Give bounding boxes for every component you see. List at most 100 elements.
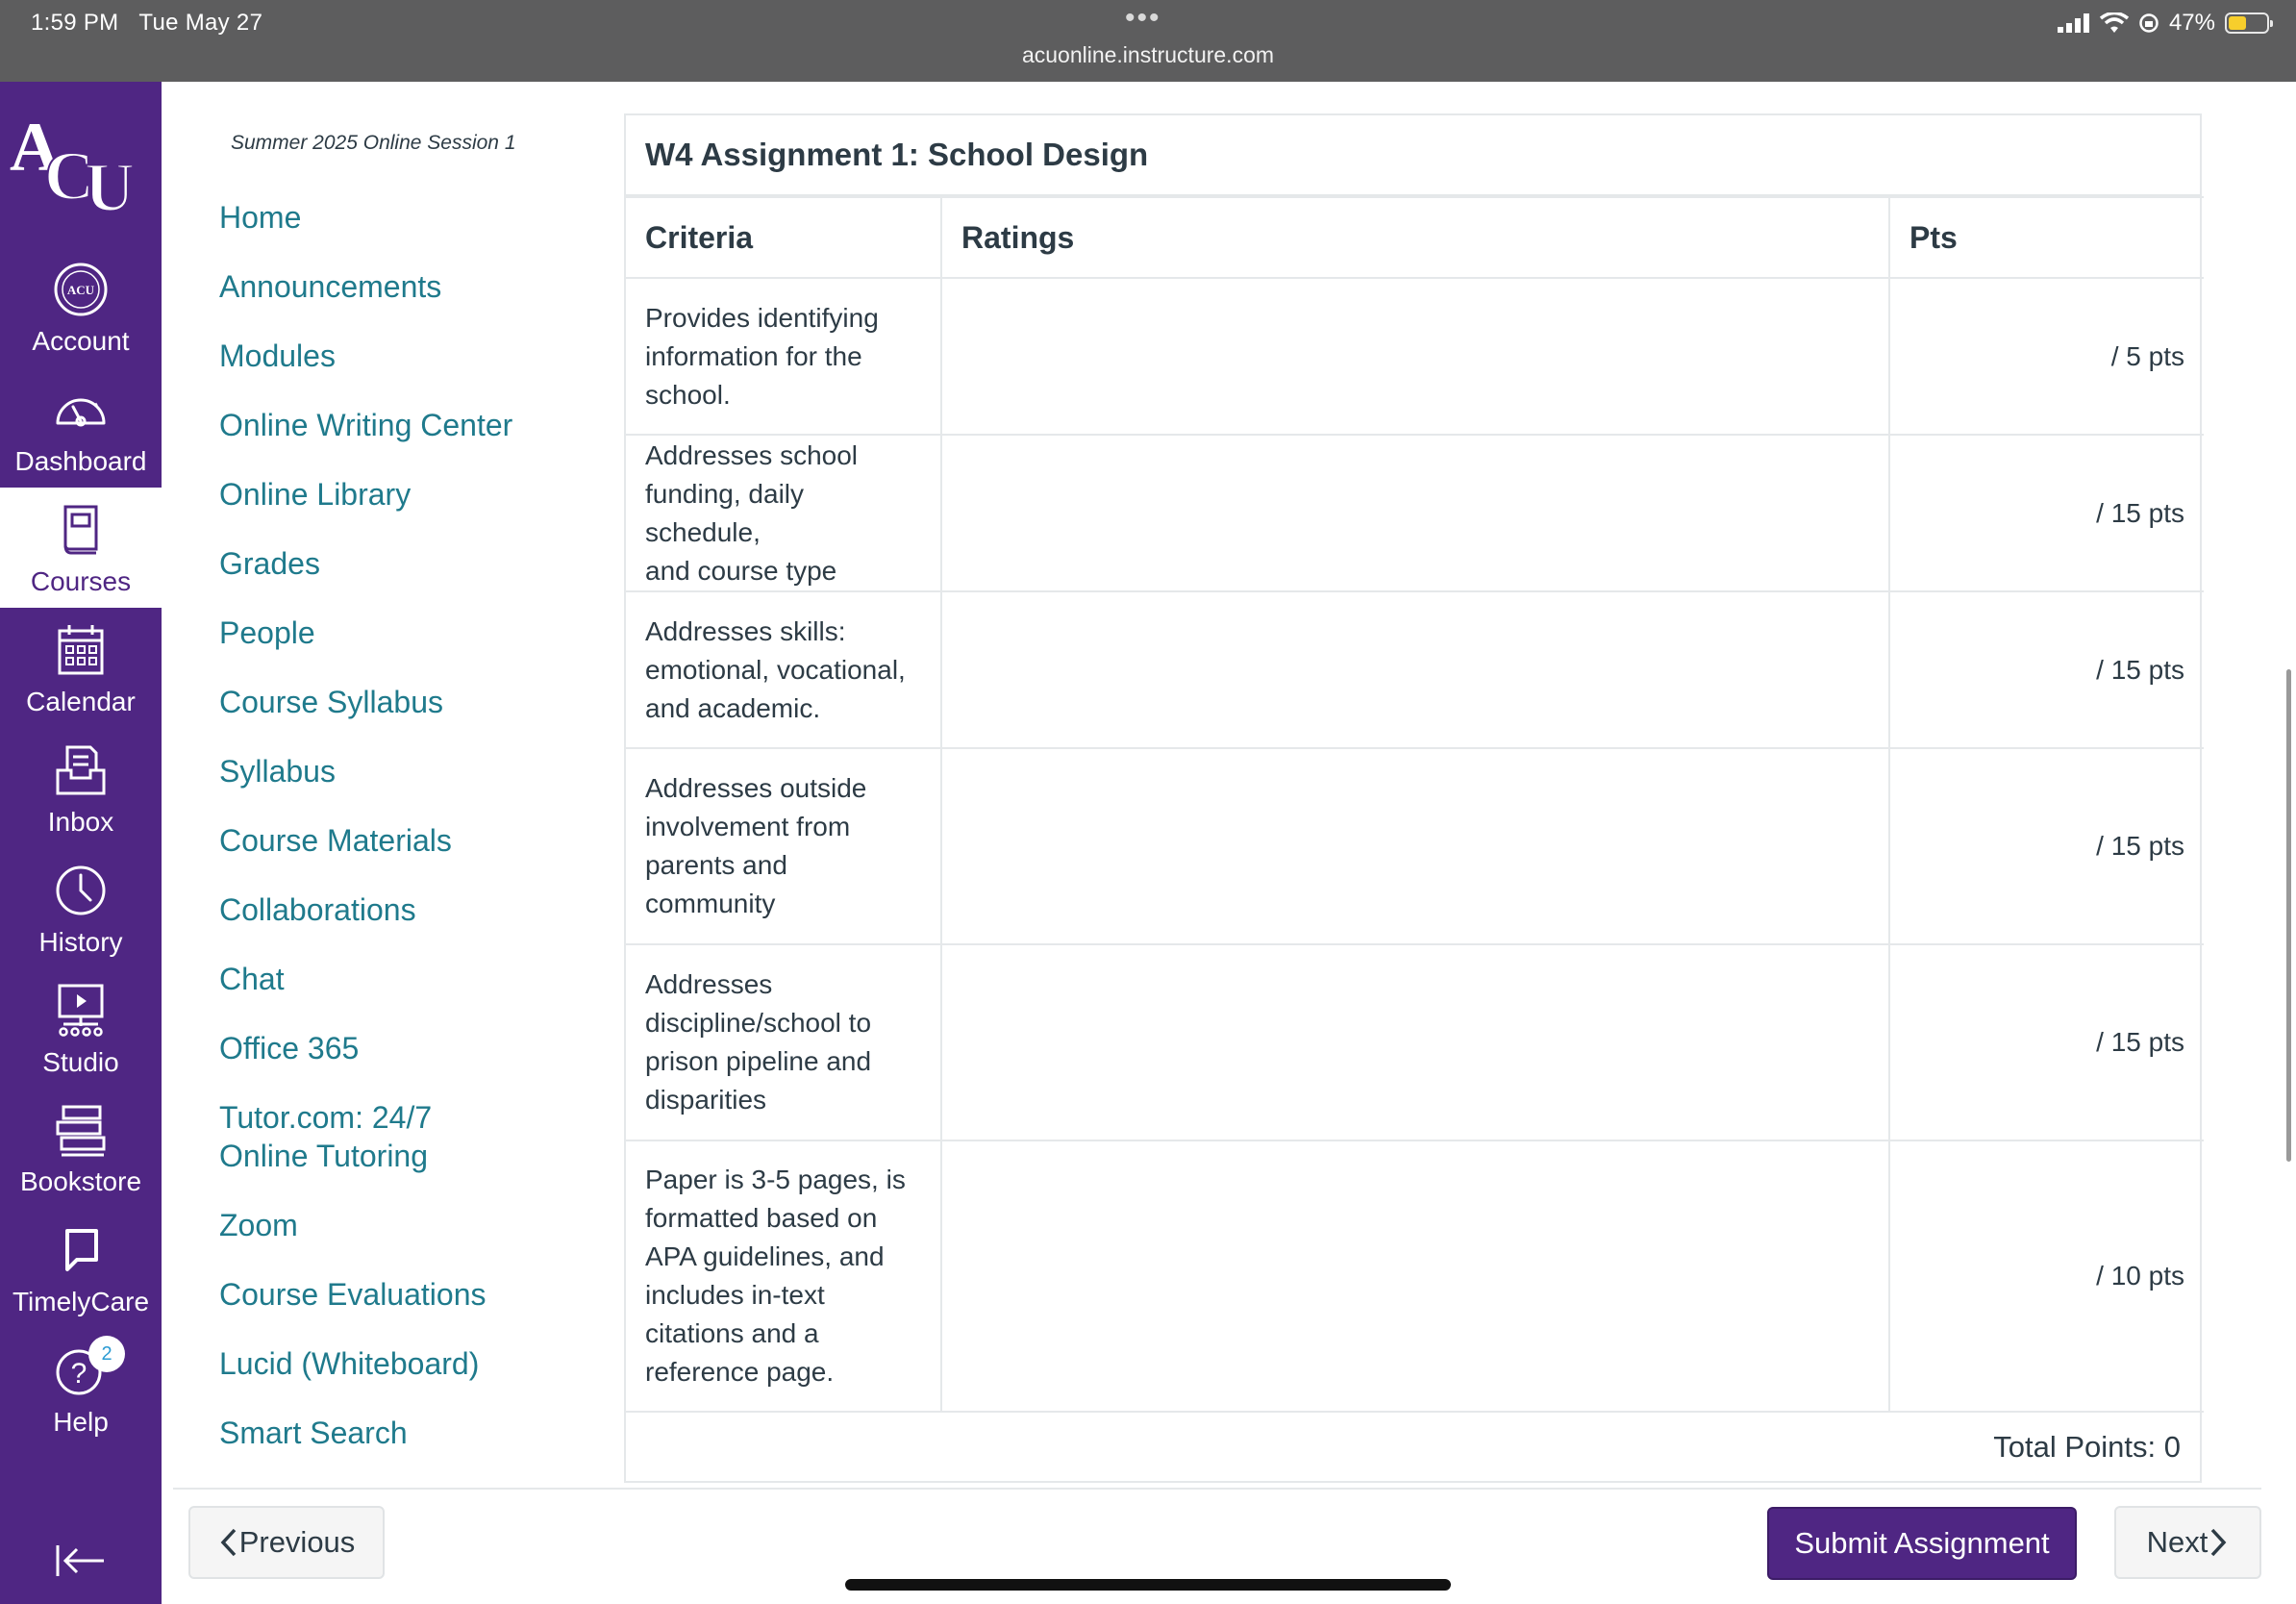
global-nav-history[interactable]: History <box>0 848 162 968</box>
battery-level <box>2229 16 2246 30</box>
battery-percent: 47% <box>2168 10 2215 36</box>
criterion-text-line: emotional, vocational, <box>645 654 906 685</box>
course-nav-grades[interactable]: Grades <box>219 544 320 583</box>
global-nav-label: Help <box>53 1407 109 1437</box>
criterion-points: / 15 pts <box>1888 590 2204 749</box>
course-nav-tutor[interactable]: Tutor.com: 24/7 Online Tutoring <box>219 1098 432 1175</box>
criterion-text-line: reference page. <box>645 1357 835 1387</box>
global-nav-dashboard[interactable]: Dashboard <box>0 367 162 488</box>
status-bar: 1:59 PM Tue May 27 ••• acuonline.instruc… <box>0 0 2296 82</box>
next-button[interactable]: Next <box>2114 1506 2261 1579</box>
course-nav-course-materials[interactable]: Course Materials <box>219 821 452 860</box>
criterion-points: / 5 pts <box>1888 277 2204 436</box>
global-nav-help[interactable]: ? 2 Help <box>0 1328 162 1448</box>
global-nav-label: Studio <box>42 1047 119 1077</box>
multitasking-dots-icon[interactable]: ••• <box>1125 2 1161 35</box>
global-nav-account[interactable]: ACU Account <box>0 247 162 367</box>
footer-divider <box>173 1488 2261 1490</box>
course-nav-online-writing-center[interactable]: Online Writing Center <box>219 406 512 444</box>
criterion-description: Addresses outside involvement from parents… <box>626 747 942 945</box>
course-nav-zoom[interactable]: Zoom <box>219 1206 298 1244</box>
status-indicators: 47% <box>2057 10 2273 37</box>
criterion-description: Provides identifying information for the s… <box>626 277 942 436</box>
global-nav-label: History <box>38 927 123 957</box>
ratings-header: Ratings <box>940 196 1890 279</box>
collapse-nav-icon[interactable] <box>52 1532 110 1590</box>
course-navigation: Summer 2025 Online Session 1 Home Announ… <box>162 82 613 1524</box>
criterion-points: / 15 pts <box>1888 434 2204 592</box>
course-nav-announcements[interactable]: Announcements <box>219 267 441 306</box>
svg-text:?: ? <box>71 1358 87 1390</box>
course-nav-home[interactable]: Home <box>219 198 301 237</box>
course-nav-syllabus[interactable]: Syllabus <box>219 752 336 790</box>
chevron-right-icon <box>2211 1528 2227 1557</box>
rubric-header-row: Criteria Ratings Pts <box>626 196 2204 279</box>
criterion-text-line: disparities <box>645 1085 767 1115</box>
criterion-points: / 15 pts <box>1888 943 2204 1141</box>
global-nav-label: Courses <box>30 566 132 596</box>
criterion-text-line: and course type <box>645 555 837 586</box>
rubric-table: Criteria Ratings Pts Provides identifyin… <box>626 196 2204 1413</box>
course-nav-office-365[interactable]: Office 365 <box>219 1029 359 1067</box>
rubric-title: W4 Assignment 1: School Design <box>626 115 2200 196</box>
rubric-criterion-row: Addresses school funding, daily schedule,… <box>626 434 2204 592</box>
course-nav-smart-search[interactable]: Smart Search <box>219 1414 408 1452</box>
criterion-text-line: community <box>645 889 776 918</box>
home-indicator[interactable] <box>845 1579 1451 1591</box>
course-nav-modules[interactable]: Modules <box>219 337 336 375</box>
criterion-description: Addresses discipline/school to prison pipe… <box>626 943 942 1141</box>
criterion-description: Paper is 3-5 pages, is formatted based on… <box>626 1140 942 1413</box>
status-time: 1:59 PM Tue May 27 <box>31 10 263 36</box>
criterion-ratings-cell <box>940 943 1890 1141</box>
rubric-criterion-row: Addresses skills: emotional, vocational, a… <box>626 590 2204 749</box>
course-nav-people[interactable]: People <box>219 614 315 652</box>
global-nav-calendar[interactable]: Calendar <box>0 608 162 728</box>
criterion-description: Addresses school funding, daily schedule,… <box>626 434 942 592</box>
criterion-text-line: involvement from <box>645 812 851 841</box>
address-bar-url[interactable]: acuonline.instructure.com <box>0 42 2296 68</box>
criterion-text-line: prison pipeline and <box>645 1046 872 1076</box>
criterion-text-line: citations and a <box>645 1318 819 1348</box>
svg-text:U: U <box>85 149 135 216</box>
course-nav-lucid-whiteboard[interactable]: Lucid (Whiteboard) <box>219 1344 479 1383</box>
criteria-header: Criteria <box>626 196 942 279</box>
global-nav-label: TimelyCare <box>12 1287 150 1316</box>
course-nav-collaborations[interactable]: Collaborations <box>219 890 416 929</box>
global-nav-timelycare[interactable]: TimelyCare <box>0 1208 162 1328</box>
total-points: Total Points: 0 <box>1993 1430 2181 1464</box>
rubric-criterion-row: Addresses discipline/school to prison pipe… <box>626 943 2204 1141</box>
global-nav-label: Account <box>32 326 130 356</box>
svg-text:ACU: ACU <box>67 283 95 297</box>
global-nav-courses[interactable]: Courses <box>0 488 162 608</box>
rubric-criterion-row: Provides identifying information for the s… <box>626 277 2204 436</box>
criterion-text-line: discipline/school to <box>645 1008 872 1038</box>
orientation-lock-icon <box>2139 13 2159 33</box>
calendar-icon <box>58 625 104 675</box>
global-nav-studio[interactable]: Studio <box>0 968 162 1089</box>
help-notification-badge: 2 <box>88 1336 125 1372</box>
global-nav-inbox[interactable]: Inbox <box>0 728 162 848</box>
course-nav-online-library[interactable]: Online Library <box>219 475 411 514</box>
course-nav-tutor-line2: Online Tutoring <box>219 1139 429 1173</box>
course-nav-course-syllabus[interactable]: Course Syllabus <box>219 683 443 721</box>
criterion-text-line: information for the <box>645 340 862 371</box>
acu-logo[interactable]: A C U <box>6 111 156 216</box>
criterion-ratings-cell <box>940 277 1890 436</box>
cellular-signal-icon <box>2057 13 2089 33</box>
rubric-criterion-row: Paper is 3-5 pages, is formatted based on… <box>626 1140 2204 1413</box>
criterion-text-line: and academic. <box>645 692 821 723</box>
previous-button[interactable]: Previous <box>188 1506 385 1579</box>
account-avatar-icon: ACU <box>54 263 108 316</box>
previous-label: Previous <box>238 1525 356 1559</box>
criterion-text-line: Addresses skills: <box>645 615 846 646</box>
global-nav-bookstore[interactable]: Bookstore <box>0 1088 162 1208</box>
page-scrollbar[interactable] <box>2286 669 2291 1162</box>
course-nav-course-evaluations[interactable]: Course Evaluations <box>219 1275 486 1314</box>
course-nav-chat[interactable]: Chat <box>219 960 285 998</box>
global-nav-label: Calendar <box>26 687 136 716</box>
chevron-left-icon <box>220 1528 236 1557</box>
submit-assignment-button[interactable]: Submit Assignment <box>1767 1507 2077 1580</box>
criterion-text-line: school. <box>645 379 731 410</box>
global-nav-label: Dashboard <box>14 446 147 476</box>
course-term-label: Summer 2025 Online Session 1 <box>231 132 516 154</box>
